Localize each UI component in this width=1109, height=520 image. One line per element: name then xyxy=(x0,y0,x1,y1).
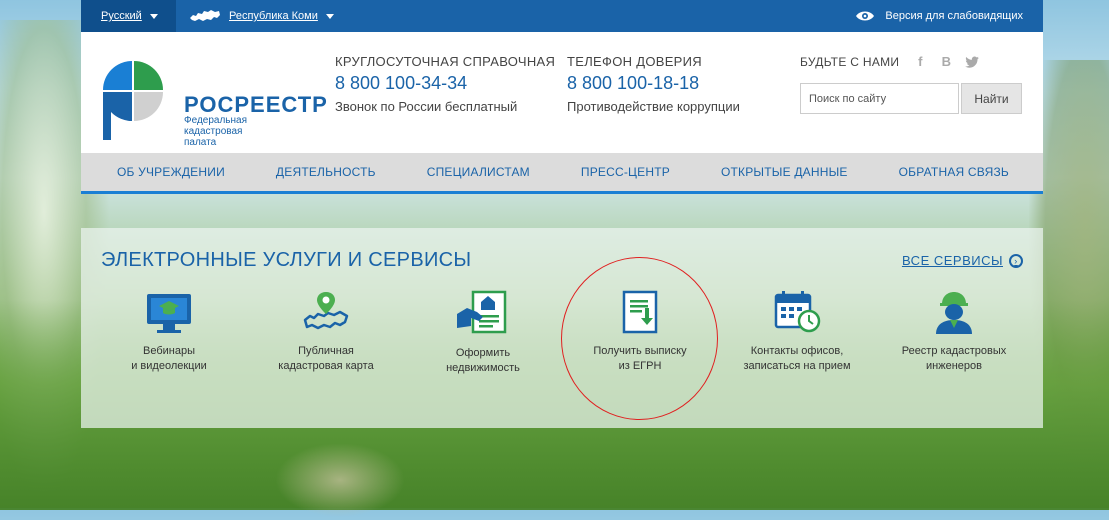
service-webinars[interactable]: Вебинары и видеолекции xyxy=(94,290,244,374)
all-services-label: ВСЕ СЕРВИСЫ xyxy=(901,253,1003,268)
annotation-circle xyxy=(561,257,718,420)
logo-subtitle-line: Федеральная xyxy=(184,115,248,126)
eye-icon xyxy=(856,11,875,21)
vk-icon[interactable]: B xyxy=(939,55,953,69)
search-button[interactable]: Найти xyxy=(961,83,1022,114)
service-label-line: инженеров xyxy=(926,360,982,372)
engineer-icon xyxy=(936,292,972,334)
service-label-line: Вебинары xyxy=(143,345,195,357)
header: РОСРЕЕСТР Федеральная кадастровая палата… xyxy=(81,32,1043,153)
logo-subtitle-line: кадастровая xyxy=(184,126,243,137)
service-label-line: Публичная xyxy=(298,345,354,357)
service-office-contacts[interactable]: Контакты офисов, записаться на прием xyxy=(722,290,872,374)
webinar-icon xyxy=(147,294,191,333)
hotline-contact: КРУГЛОСУТОЧНАЯ СПРАВОЧНАЯ 8 800 100-34-3… xyxy=(335,54,555,114)
service-label-line: Реестр кадастровых xyxy=(901,345,1007,357)
search-input[interactable] xyxy=(800,83,959,114)
chevron-down-icon xyxy=(325,13,334,19)
service-label-line: кадастровая карта xyxy=(278,360,374,372)
service-label-line: недвижимость xyxy=(446,362,520,374)
service-cadastral-map[interactable]: Публичная кадастровая карта xyxy=(251,290,401,374)
service-engineers-registry[interactable]: Реестр кадастровых инженеров xyxy=(879,290,1029,374)
low-vision-link[interactable]: Версия для слабовидящих xyxy=(855,0,1023,32)
hotline-number[interactable]: 8 800 100-34-34 xyxy=(335,73,555,94)
property-document-icon xyxy=(457,290,507,334)
nav-item-activity[interactable]: ДЕЯТЕЛЬНОСТЬ xyxy=(276,165,376,179)
main-navigation: ОБ УЧРЕЖДЕНИИ ДЕЯТЕЛЬНОСТЬ СПЕЦИАЛИСТАМ … xyxy=(81,153,1043,194)
service-label-line: Оформить xyxy=(455,347,511,359)
service-label: Реестр кадастровых инженеров xyxy=(879,344,1029,374)
low-vision-label: Версия для слабовидящих xyxy=(885,10,1023,22)
logo[interactable]: РОСРЕЕСТР Федеральная кадастровая палата xyxy=(101,59,327,148)
russia-map-icon xyxy=(190,10,220,21)
region-selector[interactable]: Республика Коми xyxy=(189,0,334,32)
chevron-down-icon xyxy=(149,13,158,19)
service-label: Публичная кадастровая карта xyxy=(251,344,401,374)
language-selector[interactable]: Русский xyxy=(81,0,176,32)
service-label: Контакты офисов, записаться на прием xyxy=(722,344,872,374)
service-label: Вебинары и видеолекции xyxy=(94,344,244,374)
service-label-line: записаться на прием xyxy=(743,360,851,372)
service-label-line: Контакты офисов, xyxy=(750,345,844,357)
social-label: БУДЬТЕ С НАМИ xyxy=(800,55,900,69)
top-bar: Русский Республика Коми Версия для слабо… xyxy=(81,0,1043,32)
social-links: БУДЬТЕ С НАМИ f B xyxy=(800,55,991,69)
trust-line-note: Противодействие коррупции xyxy=(567,99,740,114)
trust-line-number[interactable]: 8 800 100-18-18 xyxy=(567,73,740,94)
map-pin-icon xyxy=(303,292,349,330)
facebook-icon[interactable]: f xyxy=(913,55,927,69)
background-path xyxy=(270,440,410,520)
all-services-link[interactable]: ВСЕ СЕРВИСЫ › xyxy=(902,253,1023,268)
service-label-line: и видеолекции xyxy=(131,360,207,372)
language-label: Русский xyxy=(101,10,142,22)
calendar-clock-icon xyxy=(774,291,821,333)
twitter-icon[interactable] xyxy=(965,55,980,69)
chevron-right-icon: › xyxy=(1009,253,1023,268)
region-label: Республика Коми xyxy=(229,10,318,22)
services-title: ЭЛЕКТРОННЫЕ УСЛУГИ И СЕРВИСЫ xyxy=(101,249,472,271)
logo-subtitle-line: палата xyxy=(184,137,217,148)
nav-item-specialists[interactable]: СПЕЦИАЛИСТАМ xyxy=(427,165,530,179)
hotline-label: КРУГЛОСУТОЧНАЯ СПРАВОЧНАЯ xyxy=(335,54,556,69)
trust-line-label: ТЕЛЕФОН ДОВЕРИЯ xyxy=(567,54,702,69)
nav-item-open-data[interactable]: ОТКРЫТЫЕ ДАННЫЕ xyxy=(721,165,848,179)
rosreestr-logo-icon xyxy=(103,61,163,140)
trust-line-contact: ТЕЛЕФОН ДОВЕРИЯ 8 800 100-18-18 Противод… xyxy=(567,54,740,114)
nav-item-feedback[interactable]: ОБРАТНАЯ СВЯЗЬ xyxy=(899,165,1009,179)
logo-subtitle: Федеральная кадастровая палата xyxy=(184,115,274,148)
service-register-property[interactable]: Оформить недвижимость xyxy=(408,290,558,376)
hotline-note: Звонок по России бесплатный xyxy=(335,99,518,114)
nav-item-about[interactable]: ОБ УЧРЕЖДЕНИИ xyxy=(117,165,225,179)
service-label: Оформить недвижимость xyxy=(408,346,558,376)
nav-item-press-center[interactable]: ПРЕСС-ЦЕНТР xyxy=(581,165,670,179)
